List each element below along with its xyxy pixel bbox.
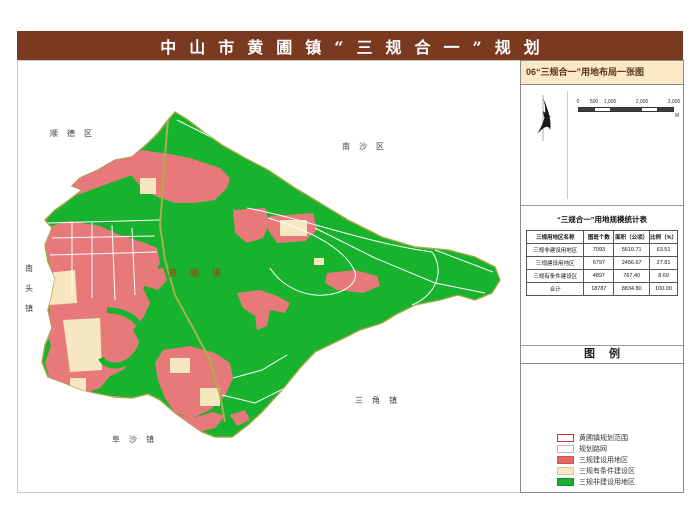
cell-area: 2456.67 (614, 257, 650, 270)
cell-name: 合计 (527, 283, 584, 296)
cell-area: 8834.80 (614, 283, 650, 296)
non-construction-swatch (557, 478, 574, 486)
scale-tick-3000: 3,000 (668, 99, 681, 105)
panel-title: 06“三规合一”用地布局一张图 (521, 61, 683, 85)
cell-name: 三规建设用地区 (527, 257, 584, 270)
scale-tick-0: 0 (577, 99, 580, 105)
north-scale-section: 0 500 1,000 2,000 3,000 M (521, 85, 683, 206)
stats-table: 三规用地区名称 图斑个数 面积（公顷） 比例（%） 三规非建设用地区 7093 … (526, 230, 678, 296)
cell-area: 5610.71 (614, 244, 650, 257)
table-row-total: 合计 18787 8834.80 100.00 (527, 283, 678, 296)
label-shunde-district: 顺德区 (50, 128, 101, 138)
scale-bar (578, 107, 674, 112)
land-use-map: 顺德区 南沙区 南 头 镇 黄圃镇 三角镇 阜沙镇 (17, 60, 520, 493)
cell-ratio: 100.00 (650, 283, 678, 296)
col-header-count: 图斑个数 (584, 231, 614, 244)
legend-label: 三规建设用地区 (579, 455, 628, 465)
label-nantou-char3: 镇 (25, 303, 33, 313)
label-fusha-town: 阜沙镇 (112, 434, 163, 444)
legend-label: 三规有条件建设区 (579, 466, 635, 476)
stats-header-row: 三规用地区名称 图斑个数 面积（公顷） 比例（%） (527, 231, 678, 244)
stats-table-title: “三规合一”用地规模统计表 (521, 214, 683, 225)
stats-section: “三规合一”用地规模统计表 三规用地区名称 图斑个数 面积（公顷） 比例（%） … (521, 206, 683, 346)
label-nantou-char1: 南 (25, 263, 33, 273)
legend-item-conditional: 三规有条件建设区 (557, 465, 635, 476)
table-row: 三规有条件建设区 4897 767.40 8.69 (527, 270, 678, 283)
cell-count: 7093 (584, 244, 614, 257)
table-row: 三规非建设用地区 7093 5610.71 63.51 (527, 244, 678, 257)
legend-item-road-network: 规划路网 (557, 443, 635, 454)
north-arrow-icon (527, 93, 563, 145)
scale-tick-500: 500 (590, 99, 598, 105)
planning-range-swatch (557, 434, 574, 442)
construction-swatch (557, 456, 574, 464)
legend-section: 黄圃镇规划范围 规划路网 三规建设用地区 三规有条件建设区 三规非建设用地区 (521, 364, 683, 492)
cell-ratio: 8.69 (650, 270, 678, 283)
legend-item-non-construction: 三规非建设用地区 (557, 476, 635, 487)
legend-title: 图例 (521, 346, 683, 364)
sheet-title: 中山市黄圃镇“三规合一”规划 (147, 34, 552, 58)
cell-count: 18787 (584, 283, 614, 296)
cell-name: 三规有条件建设区 (527, 270, 584, 283)
cell-count: 6797 (584, 257, 614, 270)
legend-label: 三规非建设用地区 (579, 477, 635, 487)
label-sanjiao-town: 三角镇 (355, 395, 406, 405)
col-header-area: 面积（公顷） (614, 231, 650, 244)
title-bar: 中山市黄圃镇“三规合一”规划 (17, 31, 683, 60)
label-nansha-district: 南沙区 (342, 141, 393, 151)
map-area: 顺德区 南沙区 南 头 镇 黄圃镇 三角镇 阜沙镇 (17, 60, 520, 493)
cell-name: 三规非建设用地区 (527, 244, 584, 257)
cell-ratio: 27.81 (650, 257, 678, 270)
legend-item-planning-range: 黄圃镇规划范围 (557, 432, 635, 443)
legend-label: 黄圃镇规划范围 (579, 433, 628, 443)
scale-unit: M (675, 113, 679, 119)
scale-tick-2000: 2,000 (636, 99, 649, 105)
label-huangpu-town: 黄圃镇 (168, 267, 234, 278)
legend-items: 黄圃镇规划范围 规划路网 三规建设用地区 三规有条件建设区 三规非建设用地区 (557, 432, 635, 487)
table-row: 三规建设用地区 6797 2456.67 27.81 (527, 257, 678, 270)
col-header-name: 三规用地区名称 (527, 231, 584, 244)
legend-label: 规划路网 (579, 444, 607, 454)
conditional-swatch (557, 467, 574, 475)
cell-count: 4897 (584, 270, 614, 283)
plan-sheet: 中山市黄圃镇“三规合一”规划 (0, 0, 700, 525)
side-panel: 06“三规合一”用地布局一张图 0 500 1,000 2,000 3,000 … (520, 60, 684, 493)
legend-item-construction: 三规建设用地区 (557, 454, 635, 465)
road-network-swatch (557, 445, 574, 453)
section-divider (567, 91, 568, 199)
label-nantou-char2: 头 (25, 283, 33, 293)
cell-ratio: 63.51 (650, 244, 678, 257)
cell-area: 767.40 (614, 270, 650, 283)
scale-tick-1000: 1,000 (604, 99, 617, 105)
col-header-ratio: 比例（%） (650, 231, 678, 244)
